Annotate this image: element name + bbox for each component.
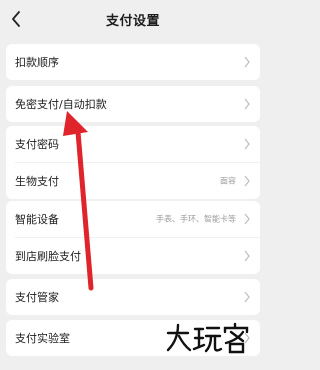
row-label: 支付管家	[15, 291, 59, 304]
watermark-logo-mark	[166, 322, 249, 354]
row-value: 面容	[220, 176, 236, 185]
row-deduction-order[interactable]: 扣款顺序	[6, 44, 260, 80]
chevron-right-icon	[244, 250, 250, 261]
row-payment-password[interactable]: 支付密码	[6, 126, 260, 162]
settings-group-order: 扣款顺序	[6, 44, 260, 80]
row-password-free-auto-deduct[interactable]: 免密支付/自动扣款	[6, 86, 260, 122]
row-smart-devices[interactable]: 智能设备 手表、手环、智能卡等	[6, 201, 260, 237]
row-in-store-face-pay[interactable]: 到店刷脸支付	[6, 237, 260, 274]
settings-group-butler: 支付管家	[6, 279, 260, 315]
row-label: 扣款顺序	[15, 56, 59, 69]
back-button[interactable]	[6, 8, 26, 30]
row-payment-butler[interactable]: 支付管家	[6, 279, 260, 315]
row-biometric-payment[interactable]: 生物支付 面容	[6, 162, 260, 199]
row-label: 支付实验室	[15, 332, 70, 345]
chevron-right-icon	[244, 98, 250, 110]
chevron-right-icon	[244, 138, 250, 150]
back-chevron-icon	[12, 11, 20, 27]
row-label: 生物支付	[15, 174, 59, 188]
chevron-right-icon	[244, 213, 250, 225]
chevron-right-icon	[244, 175, 250, 186]
settings-group-password-free: 免密支付/自动扣款	[6, 86, 260, 122]
navigation-bar: 支付设置	[0, 0, 266, 38]
row-label: 到店刷脸支付	[15, 249, 81, 263]
settings-group-security: 支付密码 生物支付 面容	[6, 126, 260, 199]
settings-group-devices: 智能设备 手表、手环、智能卡等 到店刷脸支付	[6, 201, 260, 274]
chevron-right-icon	[244, 291, 250, 303]
row-label: 支付密码	[15, 138, 59, 151]
page-title: 支付设置	[105, 13, 160, 29]
row-label: 智能设备	[15, 213, 59, 226]
chevron-right-icon	[244, 56, 250, 68]
row-label: 免密支付/自动扣款	[15, 98, 107, 111]
watermark-logo	[165, 322, 251, 354]
row-value: 手表、手环、智能卡等	[156, 214, 236, 224]
